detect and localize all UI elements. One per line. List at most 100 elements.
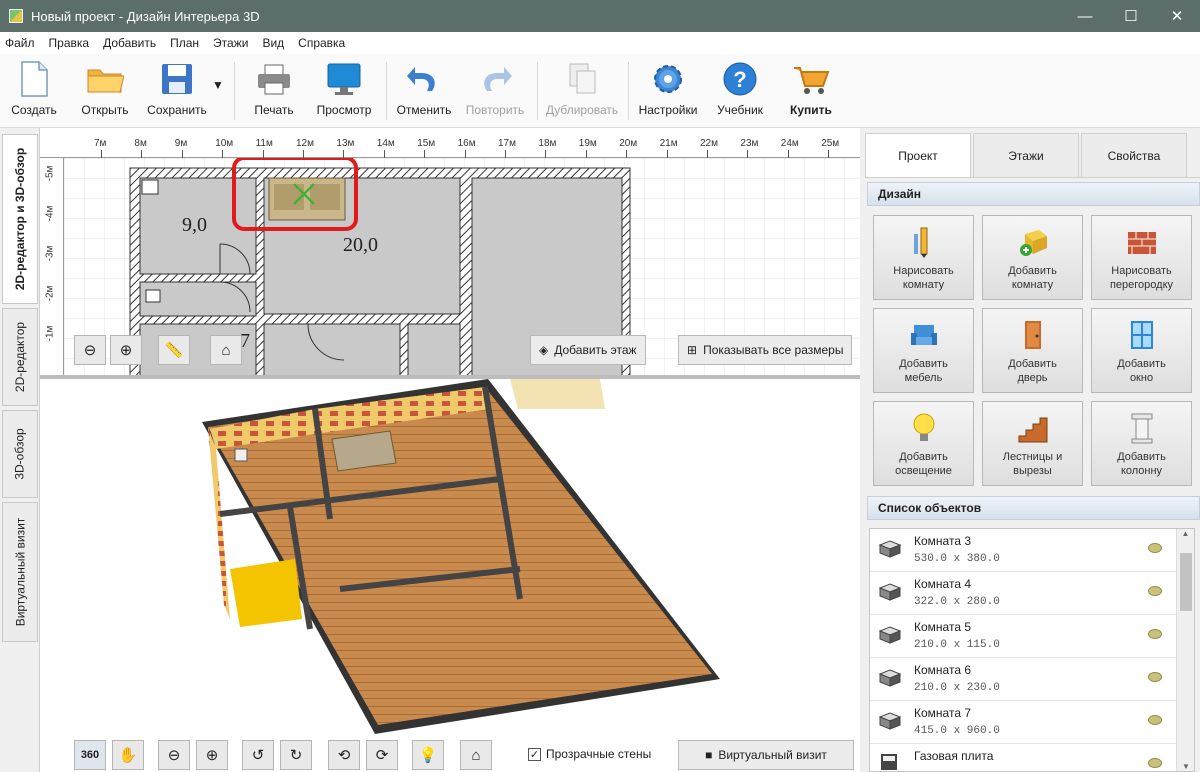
scroll-thumb[interactable] (1180, 553, 1192, 611)
home-icon: ⌂ (221, 341, 231, 359)
list-item[interactable]: Комната 5 210.0 x 115.0 (870, 615, 1176, 658)
dimensions-icon: ⊞ (687, 343, 698, 357)
ruler-tick-label: 14м (376, 138, 395, 149)
tab-properties[interactable]: Свойства (1081, 133, 1187, 177)
save-button[interactable]: Сохранить (145, 60, 209, 122)
home-button[interactable]: ⌂ (210, 335, 242, 365)
visibility-eye-icon[interactable] (1148, 629, 1162, 639)
rotate-left-button[interactable]: ↺ (242, 740, 274, 770)
checkbox-checked-icon[interactable]: ✓ (528, 747, 541, 761)
redo-button[interactable]: Повторить (464, 60, 526, 122)
rotate-right-button[interactable]: ↻ (280, 740, 312, 770)
menu-add[interactable]: Добавить (103, 36, 156, 50)
ruler-button[interactable]: 📏 (158, 335, 190, 365)
add-furniture-button[interactable]: Добавить мебель (873, 308, 974, 393)
tilt-up-icon: ⟲ (337, 747, 351, 764)
list-item[interactable]: Газовая плита (870, 744, 1176, 771)
object-list-scrollbar[interactable]: ▲ ▼ (1176, 529, 1194, 771)
add-column-button[interactable]: Добавить колонну (1091, 401, 1192, 486)
home-icon: ⌂ (471, 746, 481, 764)
printer-icon (255, 60, 293, 98)
tab-virtual-visit[interactable]: Виртуальный визит (2, 502, 38, 642)
zoom-out-3d-button[interactable]: ⊖ (158, 740, 190, 770)
undo-button[interactable]: Отменить (396, 60, 452, 122)
tab-2d-editor[interactable]: 2D-редактор (2, 308, 38, 406)
preview-button[interactable]: Просмотр (315, 60, 373, 122)
pan-button[interactable]: ✋ (112, 740, 144, 770)
menu-edit[interactable]: Правка (49, 36, 90, 50)
stairs-cutouts-button[interactable]: Лестницы и вырезы (982, 401, 1083, 486)
visibility-eye-icon[interactable] (1148, 758, 1162, 768)
tab-3d-view[interactable]: 3D-обзор (2, 410, 38, 498)
zoom-in-button[interactable]: ⊕ (110, 335, 142, 365)
menu-floors[interactable]: Этажи (213, 36, 248, 50)
window-title: Новый проект - Дизайн Интерьера 3D (31, 8, 260, 24)
add-window-button[interactable]: Добавить окно (1091, 308, 1192, 393)
buy-button[interactable]: Купить (784, 60, 838, 122)
ruler-tick-label: -3м (44, 245, 56, 262)
ruler-tick-label: -1м (44, 325, 56, 342)
scroll-up-arrow[interactable]: ▲ (1177, 529, 1194, 538)
zoom-out-icon: ⊖ (167, 747, 181, 764)
menu-view[interactable]: Вид (262, 36, 284, 50)
add-floor-button[interactable]: ◈ Добавить этаж (530, 335, 646, 365)
visibility-eye-icon[interactable] (1148, 543, 1162, 553)
tab-project[interactable]: Проект (865, 133, 971, 177)
lighting-button[interactable]: 💡 (412, 740, 444, 770)
draw-room-button[interactable]: Нарисовать комнату (873, 215, 974, 300)
list-item[interactable]: Комната 7 415.0 x 960.0 (870, 701, 1176, 744)
minimize-button[interactable]: — (1062, 0, 1108, 32)
duplicate-button[interactable]: Дублировать (544, 60, 620, 122)
ruler-tick-label: 16м (457, 138, 476, 149)
add-door-button[interactable]: Добавить дверь (982, 308, 1083, 393)
menu-plan[interactable]: План (170, 36, 199, 50)
ruler-icon: 📏 (164, 342, 184, 359)
list-item[interactable]: Комната 4 322.0 x 280.0 (870, 572, 1176, 615)
list-item[interactable]: Комната 3 530.0 x 380.0 (870, 529, 1176, 572)
3d-model-canvas[interactable] (40, 379, 860, 772)
ruler-tick-label: 7м (94, 138, 107, 149)
right-panel: Проект Этажи Свойства Дизайн Нарисовать … (863, 128, 1200, 772)
app-icon (9, 9, 23, 23)
new-file-icon (15, 60, 53, 98)
add-room-button[interactable]: Добавить комнату (982, 215, 1083, 300)
room-cube-icon (878, 626, 902, 644)
transparent-walls-toggle[interactable]: ✓ Прозрачные стены (528, 747, 651, 761)
object-list[interactable]: Комната 3 530.0 x 380.0 Комната 4 322.0 … (869, 528, 1195, 772)
scroll-down-arrow[interactable]: ▼ (1177, 762, 1194, 771)
menu-file[interactable]: Файл (5, 36, 35, 50)
open-button[interactable]: Открыть (76, 60, 134, 122)
print-button[interactable]: Печать (250, 60, 298, 122)
tilt-up-button[interactable]: ⟲ (328, 740, 360, 770)
list-item[interactable]: Комната 6 210.0 x 230.0 (870, 658, 1176, 701)
ruler-tick-label: 8м (134, 138, 147, 149)
maximize-button[interactable]: ☐ (1108, 0, 1154, 32)
zoom-in-3d-button[interactable]: ⊕ (196, 740, 228, 770)
tab-2d-editor-3d-view[interactable]: 2D-редактор и 3D-обзор (2, 134, 38, 304)
room-cube-icon (878, 712, 902, 730)
close-button[interactable]: ✕ (1154, 0, 1200, 32)
create-button[interactable]: Создать (8, 60, 60, 122)
show-dimensions-button[interactable]: ⊞ Показывать все размеры (678, 335, 853, 365)
visibility-eye-icon[interactable] (1148, 672, 1162, 682)
undo-arrow-icon (405, 60, 443, 98)
tab-floors[interactable]: Этажи (973, 133, 1079, 177)
rotate-360-icon: 360 (80, 749, 100, 761)
menu-help[interactable]: Справка (298, 36, 345, 50)
visibility-eye-icon[interactable] (1148, 715, 1162, 725)
visibility-eye-icon[interactable] (1148, 586, 1162, 596)
tilt-down-button[interactable]: ⟳ (366, 740, 398, 770)
tutorial-button[interactable]: ? Учебник (712, 60, 768, 122)
ruler-tick-label: 17м (498, 138, 516, 149)
view-3d[interactable]: 360 ✋ ⊖ ⊕ ↺ ↻ ⟲ ⟳ 💡 ⌂ ✓ Прозрачные стены… (40, 379, 860, 772)
zoom-out-button[interactable]: ⊖ (74, 335, 106, 365)
add-lighting-button[interactable]: Добавить освещение (873, 401, 974, 486)
ruler-tick-label: 18м (538, 138, 557, 149)
rotate-360-button[interactable]: 360 (74, 740, 106, 770)
virtual-visit-button[interactable]: ■ Виртуальный визит (678, 740, 854, 770)
draw-partition-button[interactable]: Нарисовать перегородку (1091, 215, 1192, 300)
settings-button[interactable]: Настройки (636, 60, 700, 122)
plan-2d-editor[interactable]: 7м 8м 9м 10м 11м 12м 13м 14м 15м 16м 17м 18м 19м 20м 2… (40, 128, 860, 375)
home-3d-button[interactable]: ⌂ (460, 740, 492, 770)
ruler-tick-label: 12м (296, 138, 314, 149)
